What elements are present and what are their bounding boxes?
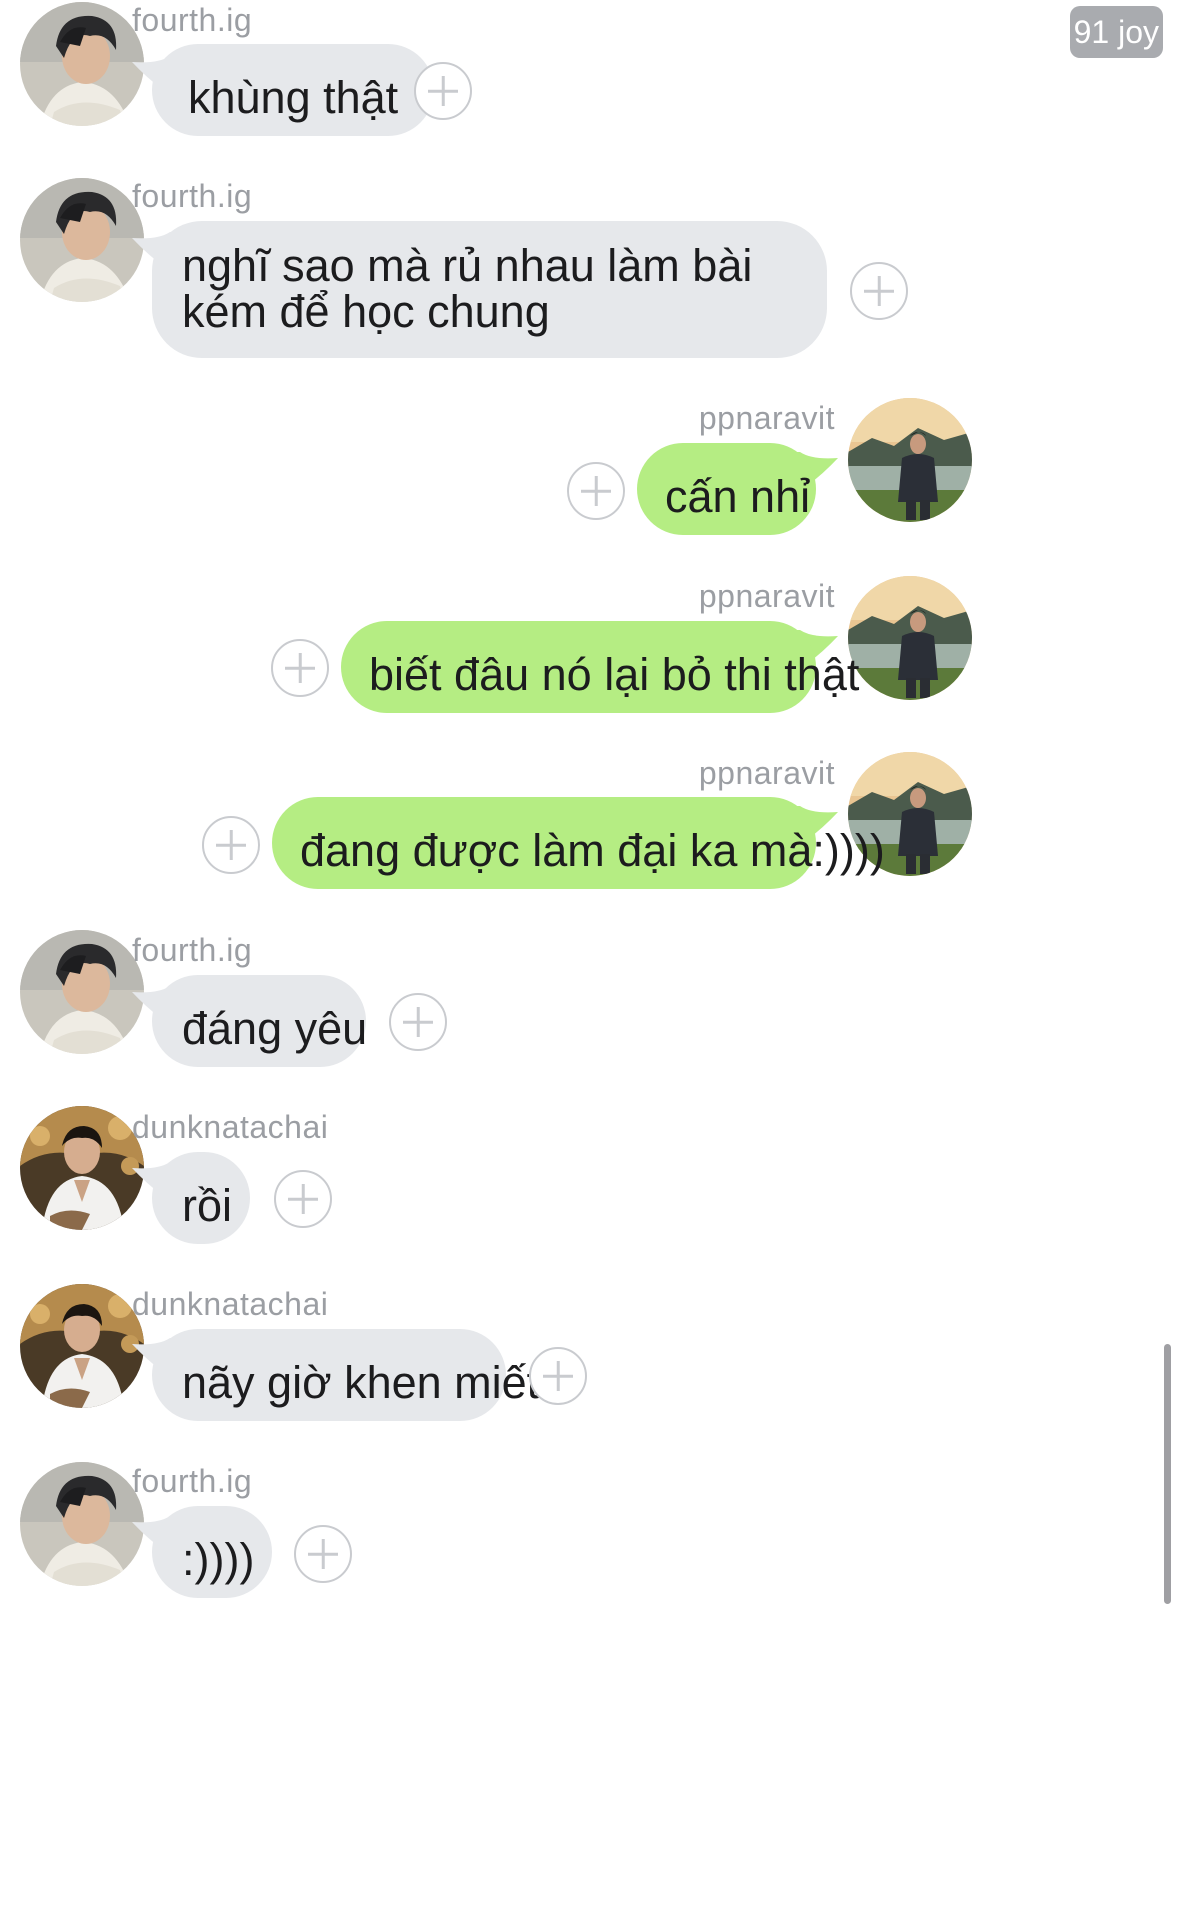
message-bubble[interactable]: biết đâu nó lại bỏ thi thật (341, 621, 859, 713)
message-bubble[interactable]: đang được làm đại ka mà:)))) (272, 797, 885, 889)
sender-name: ppnaravit (698, 755, 835, 791)
sender-name: fourth.ig (132, 178, 253, 214)
add-reaction-button[interactable] (389, 993, 447, 1051)
chat-screen: 91 joy fourth.ig khùng thật fourth.ig ng… (0, 0, 1185, 1920)
sender-name: ppnaravit (698, 578, 835, 614)
message-bubble[interactable]: nghĩ sao mà rủ nhau làm bài kém để học c… (152, 221, 827, 358)
avatar-fourth[interactable] (20, 2, 144, 126)
avatar-dunk[interactable] (20, 1106, 144, 1230)
message-bubble[interactable]: rồi (152, 1152, 250, 1244)
avatar-ppnaravit[interactable] (848, 576, 972, 700)
avatar-fourth[interactable] (20, 1462, 144, 1586)
add-reaction-button[interactable] (850, 262, 908, 320)
message-bubble[interactable]: :)))) (152, 1506, 272, 1598)
add-reaction-button[interactable] (529, 1347, 587, 1405)
sender-name: dunknatachai (132, 1109, 329, 1145)
sender-name: fourth.ig (132, 1463, 253, 1499)
message-bubble[interactable]: nãy giờ khen miết (152, 1329, 539, 1421)
add-reaction-button[interactable] (271, 639, 329, 697)
avatar-fourth[interactable] (20, 178, 144, 302)
add-reaction-button[interactable] (274, 1170, 332, 1228)
message-bubble[interactable]: đáng yêu (152, 975, 367, 1067)
add-reaction-button[interactable] (414, 62, 472, 120)
sender-name: ppnaravit (698, 400, 835, 436)
add-reaction-button[interactable] (202, 816, 260, 874)
sender-name: dunknatachai (132, 1286, 329, 1322)
add-reaction-button[interactable] (294, 1525, 352, 1583)
sender-name: fourth.ig (132, 932, 253, 968)
avatar-fourth[interactable] (20, 930, 144, 1054)
avatar-dunk[interactable] (20, 1284, 144, 1408)
scrollbar[interactable] (1164, 1344, 1171, 1604)
message-bubble[interactable]: khùng thật (152, 44, 435, 136)
add-reaction-button[interactable] (567, 462, 625, 520)
sender-name: fourth.ig (132, 2, 253, 38)
unread-count-badge[interactable]: 91 joy (1069, 6, 1163, 58)
avatar-ppnaravit[interactable] (848, 398, 972, 522)
message-bubble[interactable]: cấn nhỉ (637, 443, 816, 535)
